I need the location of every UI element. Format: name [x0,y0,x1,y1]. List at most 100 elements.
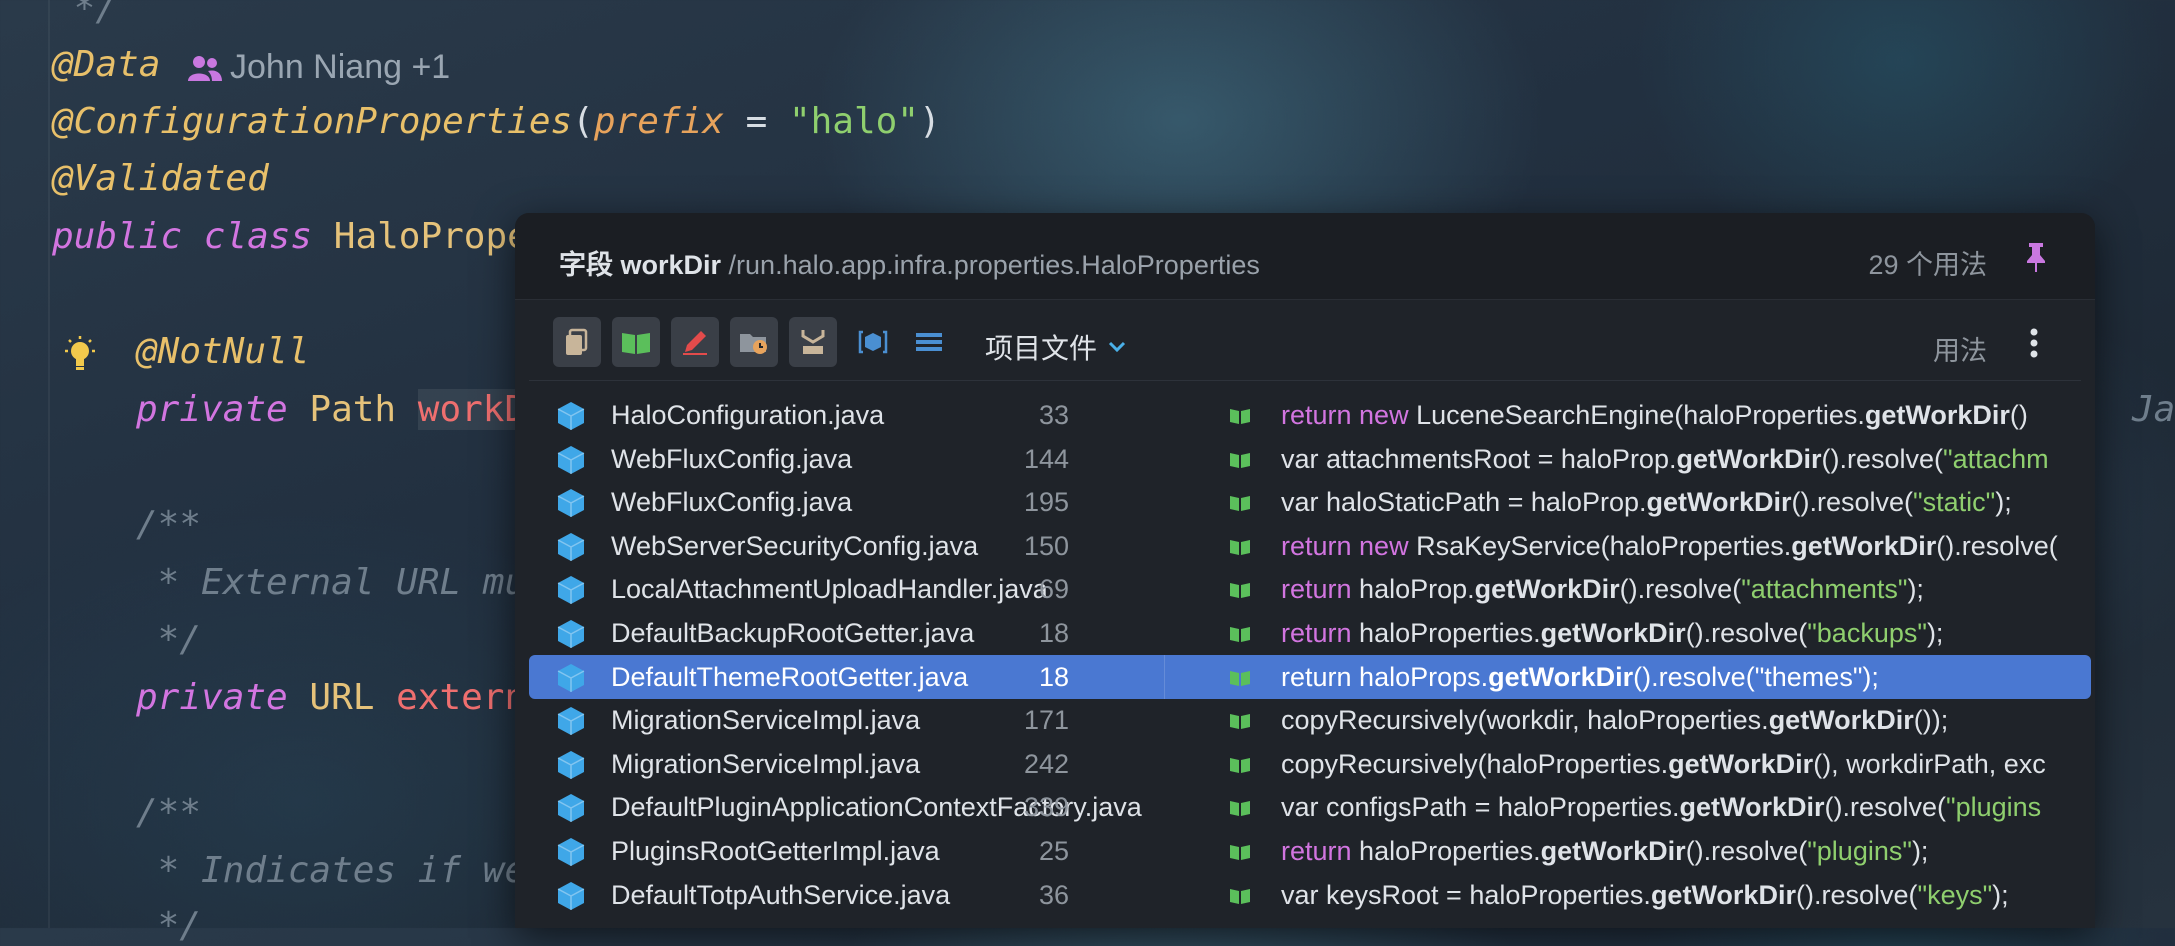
read-access-icon [1230,496,1250,512]
file-name: PluginsRootGetterImpl.java [611,836,940,866]
field-workdir[interactable]: workD [417,389,527,430]
code-receiver: haloProperties. [1351,618,1541,648]
usage-row[interactable]: DefaultTotpAuthService.java 36 var keysRoo… [529,873,2091,917]
usage-row[interactable]: DefaultPluginApplicationContextFactory.j… [529,785,2091,829]
line-number: 195 [1023,487,1069,518]
file-name: WebFluxConfig.java [611,487,853,518]
flatten-button[interactable] [909,317,949,367]
annotation-config-line: @ConfigurationProperties(prefix = "halo"… [52,101,941,142]
recent-files-button[interactable] [730,317,778,367]
read-access-icon [1230,452,1250,468]
code-suffix: ); [1911,836,1929,866]
author-hint[interactable]: John Niang +1 [188,48,450,87]
code-keyword: return new [1281,400,1409,430]
code-string: "plugins" [1807,836,1912,866]
code-call: ().resolve( [1824,792,1947,823]
gutter-divider [48,0,50,928]
field-external: extern [396,677,527,718]
popup-header: 字段 workDir /run.halo.app.infra.propertie… [515,213,2095,300]
usages-label[interactable]: 用法 [1933,329,1987,368]
read-access-icon [1230,670,1250,686]
more-options-icon[interactable] [2029,327,2039,359]
usage-row[interactable]: PluginsRootGetterImpl.java 25 return haloP… [529,829,2091,873]
java-class-icon [557,402,585,430]
lightbulb-icon[interactable] [62,336,98,376]
code-keyword: return [1281,574,1352,605]
users-icon [188,55,222,81]
module-icon [858,330,888,354]
code-method: getWorkDir [1768,705,1914,736]
folder-clock-icon [740,334,767,354]
scope-label: 项目文件 [985,333,1098,364]
line-number: 242 [1023,748,1069,779]
usages-popup[interactable]: 字段 workDir /run.halo.app.infra.propertie… [515,213,2095,928]
file-name: DefaultTotpAuthService.java [611,879,951,910]
field-workdir-line: private Path workD [136,389,527,430]
line-number: 18 [1038,661,1069,692]
class-name: HaloPrope [333,216,529,257]
usage-row[interactable]: HaloConfiguration.java 33 return new Lucen… [529,393,2091,437]
file-name: MigrationServiceImpl.java [611,748,921,779]
title-path: /run.halo.app.infra.properties.HaloPrope… [721,250,1260,280]
popup-title: 字段 workDir /run.halo.app.infra.propertie… [559,243,1260,282]
code-snippet: return haloProperties.getWorkDir().resol… [1281,618,2081,649]
java-class-icon [557,576,585,605]
java-class-icon [557,663,585,692]
copy-button[interactable] [553,317,601,367]
line-number: 33 [1038,400,1069,430]
usage-row[interactable]: LocalAttachmentUploadHandler.java 69 retur… [529,567,2091,611]
write-access-button[interactable] [671,317,719,367]
usage-row[interactable]: MigrationServiceImpl.java 171 copyRecursiv… [529,698,2091,742]
usage-row[interactable]: WebFluxConfig.java 144 var attachmentsRoot… [529,437,2091,481]
code-string: "attachments" [1741,574,1908,605]
read-access-icon [1230,539,1250,555]
line-number: 171 [1023,705,1069,736]
code-call: (), workdirPath, exc [1813,748,2046,779]
pin-icon[interactable] [2025,241,2047,273]
equals-sign: = [723,101,789,142]
file-name: DefaultThemeRootGetter.java [611,661,969,692]
code-prefix: copyRecursively(workdir, haloProperties. [1281,705,1769,736]
scope-dropdown[interactable]: 项目文件 [985,327,1127,367]
author-name: John Niang +1 [230,48,451,86]
code-receiver: haloProperties. [1351,836,1541,866]
usage-row[interactable]: DefaultThemeRootGetter.java 18 return halo… [529,654,2091,699]
usage-row[interactable]: WebFluxConfig.java 195 var haloStaticPath … [529,480,2091,524]
usage-row[interactable]: DefaultBackupRootGetter.java 18 return hal… [529,611,2091,655]
usage-row[interactable]: WebServerSecurityConfig.java 150 return ne… [529,524,2091,568]
doc-open-1: /** [136,504,202,545]
code-keyword: return [1281,661,1352,692]
read-access-button[interactable] [612,317,660,367]
usage-row[interactable]: MigrationServiceImpl.java 242 copyRecursiv… [529,742,2091,786]
merge-icon [801,330,825,354]
code-suffix: ); [1992,879,2009,910]
code-call: () [2009,400,2028,430]
class-declaration: public class HaloPrope [52,216,529,257]
code-snippet: return haloProps.getWorkDir().resolve("t… [1281,662,2081,693]
code-call: ()); [1913,705,1949,736]
read-access-icon [1230,801,1250,817]
code-call: ().resolve( [1821,443,1944,474]
code-call: ().resolve( [1791,487,1914,518]
java-class-icon [557,489,585,518]
code-snippet: var haloStaticPath = haloProp.getWorkDir… [1281,487,2081,518]
popup-toolbar: 项目文件 用法 [515,313,2095,383]
read-access-icon [1230,409,1250,424]
code-snippet: copyRecursively(haloProperties.getWorkDi… [1281,749,2081,780]
code-snippet: return haloProperties.getWorkDir().resol… [1281,836,2081,867]
code-keyword: return [1281,618,1352,648]
code-method: getWorkDir [1474,574,1620,605]
module-button[interactable] [853,317,893,367]
comment-end: */ [52,0,118,29]
code-prefix: var attachmentsRoot = haloProp. [1281,443,1677,474]
code-method: getWorkDir [1679,792,1825,823]
code-snippet: return haloProp.getWorkDir().resolve("at… [1281,574,2081,605]
file-name: WebServerSecurityConfig.java [611,530,979,561]
java-class-icon [557,532,585,561]
pencil-icon [683,331,707,355]
read-access-icon [1230,757,1250,773]
code-snippet: return new LuceneSearchEngine(haloProper… [1281,400,2081,431]
code-snippet: var keysRoot = haloProperties.getWorkDir… [1281,880,2081,911]
group-button[interactable] [789,317,837,367]
read-access-icon [1230,888,1250,904]
